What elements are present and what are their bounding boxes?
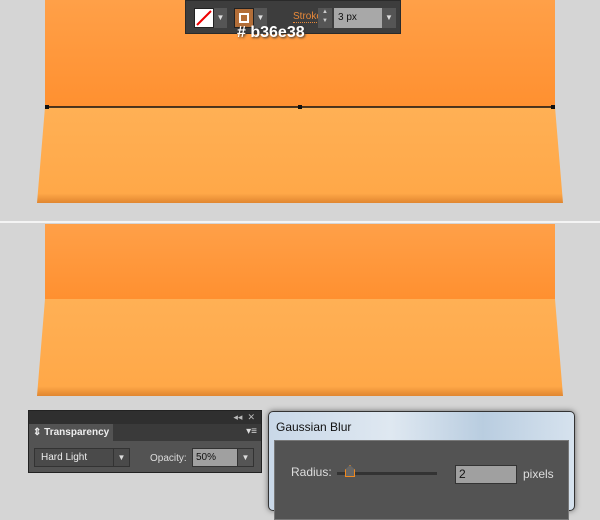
fill-swatch[interactable] bbox=[194, 8, 214, 28]
dialog-title: Gaussian Blur bbox=[276, 420, 352, 434]
opacity-value: 50% bbox=[196, 452, 217, 463]
collapse-icon[interactable]: ◂◂ bbox=[233, 412, 242, 422]
color-annotation: # b36e38 bbox=[237, 24, 305, 41]
folded-paper-bottom-1 bbox=[37, 107, 563, 203]
stroke-weight-dropdown[interactable]: ▼ bbox=[382, 8, 396, 28]
radius-input[interactable]: 2 bbox=[455, 465, 517, 484]
opacity-field[interactable]: 50% ▼ bbox=[192, 448, 254, 467]
gaussian-blur-dialog: Gaussian Blur Radius: 2 pixels bbox=[268, 411, 575, 520]
blend-mode-value: Hard Light bbox=[41, 452, 88, 463]
blend-mode-select[interactable]: Hard Light ▼ bbox=[34, 448, 130, 467]
folded-paper-top-2 bbox=[45, 224, 555, 299]
stroke-weight-field[interactable]: 3 px bbox=[334, 8, 382, 28]
transparency-panel: ◂◂ ✕ ⇕ Transparency ▾≡ Hard Light ▼ Opacit… bbox=[28, 410, 262, 473]
tab-transparency[interactable]: ⇕ Transparency bbox=[29, 424, 113, 441]
radius-slider-thumb[interactable] bbox=[345, 465, 355, 477]
fill-dropdown[interactable]: ▼ bbox=[214, 8, 227, 28]
stroke-stepper[interactable]: ▲ ▼ bbox=[318, 8, 332, 28]
opacity-label: Opacity: bbox=[150, 453, 187, 464]
chevron-down-icon[interactable]: ▼ bbox=[237, 449, 253, 466]
radius-unit: pixels bbox=[523, 467, 554, 481]
chevron-down-icon: ▼ bbox=[113, 449, 129, 466]
close-icon[interactable]: ✕ bbox=[247, 412, 255, 422]
panel-menu-icon[interactable]: ▾≡ bbox=[246, 426, 257, 437]
radius-label: Radius: bbox=[291, 465, 332, 479]
folded-paper-bottom-2 bbox=[37, 299, 563, 396]
